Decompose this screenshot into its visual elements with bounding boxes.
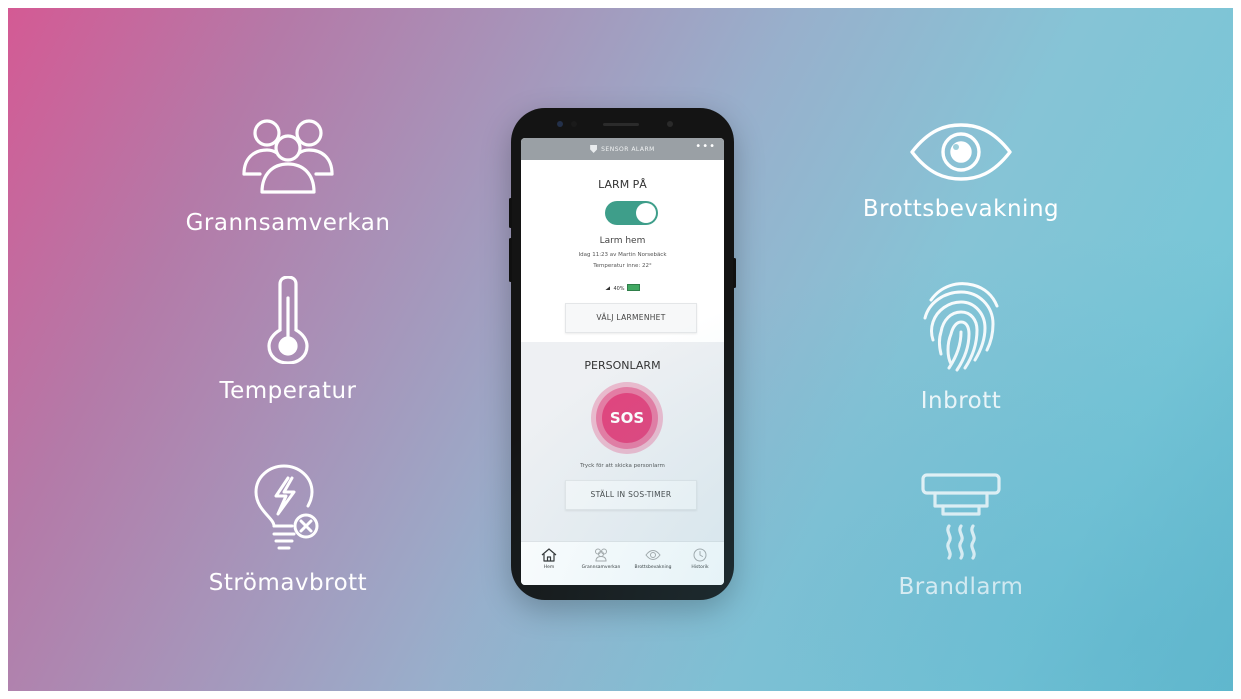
personal-alarm-section: PERSONLARM SOS Tryck för att skicka pers… [521, 342, 724, 542]
sensor-icon [571, 121, 577, 127]
alarm-section: LARM PÅ Larm hem Idag 11:23 av Martin No… [521, 160, 724, 342]
smoke-detector-icon [921, 473, 1001, 560]
feature-label: Grannsamverkan [185, 210, 391, 236]
phone-top-bezel [511, 108, 734, 136]
sos-button-halo: SOS [591, 382, 663, 454]
alarm-title: LARM PÅ [598, 178, 647, 191]
feature-label: Temperatur [219, 378, 357, 404]
feature-stromavbrott: Strömavbrott [158, 464, 418, 596]
signal-icon [605, 286, 611, 290]
feature-brottsbevakning: Brottsbevakning [831, 122, 1091, 222]
phone-side-button [509, 238, 512, 282]
thermometer-icon [267, 276, 309, 364]
alarm-toggle[interactable] [605, 201, 658, 225]
battery-percent: 40% [613, 286, 625, 292]
tab-brottsbevakning[interactable]: Brottsbevakning [628, 548, 678, 570]
people-group-icon [242, 119, 334, 194]
sos-hint: Tryck för att skicka personlarm [580, 463, 665, 469]
select-alarm-unit-button[interactable]: VÄLJ LARMENHET [565, 303, 697, 333]
phone-side-button [733, 258, 736, 288]
more-menu-button[interactable]: ••• [695, 141, 716, 152]
eye-icon [645, 549, 661, 561]
indoor-temperature: Temperatur inne: 22° [593, 263, 652, 269]
front-camera-icon [667, 121, 673, 127]
eye-icon [910, 123, 1012, 181]
sos-timer-button[interactable]: STÄLL IN SOS-TIMER [565, 480, 697, 510]
alarm-mode: Larm hem [599, 236, 646, 246]
feature-temperatur: Temperatur [158, 276, 418, 404]
home-icon [541, 548, 557, 562]
camera-icon [557, 121, 563, 127]
app-header: SENSOR ALARM ••• [521, 138, 724, 160]
phone-mockup: SENSOR ALARM ••• LARM PÅ Larm hem Idag 1… [509, 108, 736, 600]
speaker-grille [603, 123, 639, 126]
tab-historik[interactable]: Historik [680, 548, 720, 570]
feature-label: Brandlarm [898, 574, 1024, 600]
battery-icon [626, 284, 640, 291]
feature-label: Strömavbrott [208, 570, 368, 596]
tab-label: Grannsamverkan [581, 565, 621, 570]
fingerprint-icon [923, 282, 999, 372]
lightbulb-power-off-icon [254, 464, 319, 550]
feature-brandlarm: Brandlarm [831, 472, 1091, 600]
tab-label: Brottsbevakning [634, 565, 672, 570]
device-status: 40% [521, 284, 724, 292]
tab-label: Historik [691, 565, 709, 570]
feature-label: Inbrott [920, 388, 1002, 414]
alarm-last-change: Idag 11:23 av Martin Norsebäck [578, 252, 667, 258]
tab-grannsamverkan[interactable]: Grannsamverkan [576, 548, 626, 570]
tab-hem[interactable]: Hem [524, 548, 574, 570]
app-screen: SENSOR ALARM ••• LARM PÅ Larm hem Idag 1… [521, 138, 724, 585]
shield-icon [590, 145, 598, 153]
personal-alarm-title: PERSONLARM [584, 359, 661, 372]
tab-label: Hem [543, 565, 555, 570]
brand-label: SENSOR ALARM [601, 146, 655, 153]
app-brand: SENSOR ALARM [521, 145, 724, 153]
feature-grannsamverkan: Grannsamverkan [158, 112, 418, 236]
background-stage: Grannsamverkan Temperatur Strömavbrott B… [8, 8, 1233, 691]
feature-inbrott: Inbrott [831, 278, 1091, 414]
phone-side-button [509, 198, 512, 228]
feature-label: Brottsbevakning [862, 196, 1060, 222]
history-icon [693, 548, 707, 562]
bottom-tab-bar: Hem Grannsamverkan Brottsbevakning Histo… [521, 541, 724, 585]
toggle-knob [636, 203, 656, 223]
sos-button[interactable]: SOS [602, 393, 652, 443]
people-group-icon [595, 548, 607, 562]
